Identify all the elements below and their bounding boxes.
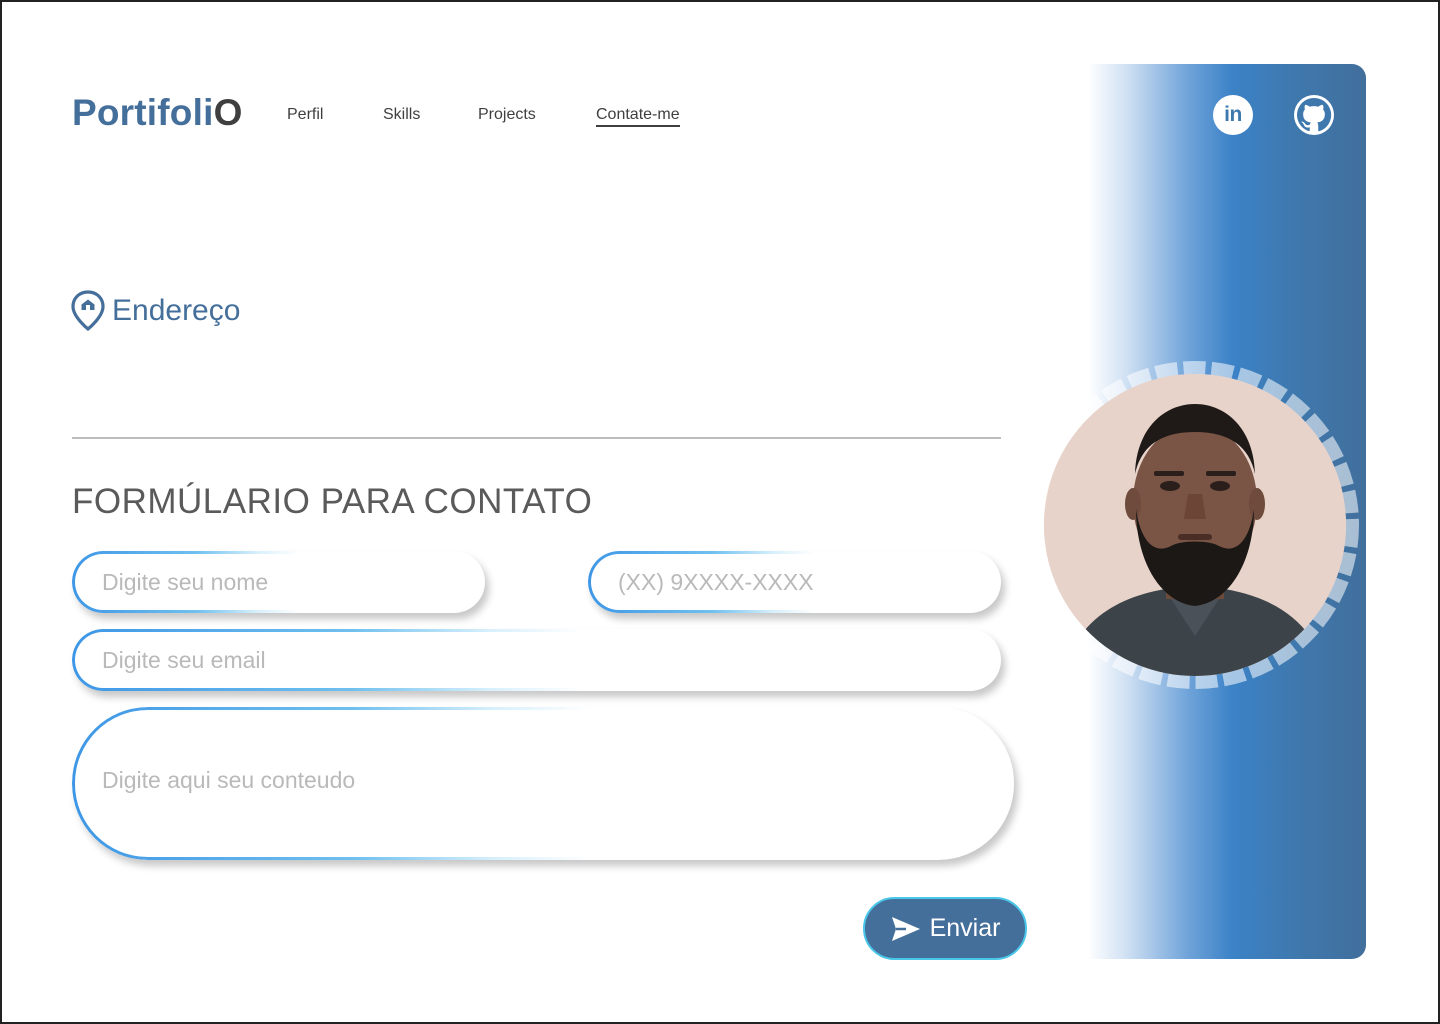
name-field (72, 551, 485, 613)
logo-end-text: O (213, 92, 243, 133)
phone-input[interactable] (588, 551, 1001, 613)
submit-button[interactable]: Enviar (863, 897, 1027, 960)
form-title: FORMÚLARIO PARA CONTATO (72, 482, 593, 521)
email-input[interactable] (72, 629, 1001, 691)
location-pin-icon (71, 290, 105, 332)
avatar-frame (1030, 360, 1360, 690)
address-section: Endereço (70, 290, 240, 332)
github-button[interactable] (1294, 95, 1334, 135)
email-field (72, 629, 1001, 691)
send-icon (890, 915, 922, 943)
nav-link-contate-me[interactable]: Contate-me (596, 106, 680, 127)
linkedin-icon: in (1224, 103, 1242, 126)
nav-link-skills[interactable]: Skills (383, 106, 420, 124)
nav-link-projects[interactable]: Projects (478, 106, 536, 124)
submit-label: Enviar (929, 914, 1001, 942)
github-icon (1294, 95, 1334, 135)
logo-main-text: Portifoli (72, 92, 214, 133)
phone-field (588, 551, 1001, 613)
nav-link-perfil[interactable]: Perfil (287, 106, 323, 124)
profile-photo (1044, 374, 1346, 676)
name-input[interactable] (72, 551, 485, 613)
linkedin-button[interactable]: in (1213, 95, 1253, 135)
message-field (72, 707, 1014, 860)
logo[interactable]: PortifoliO (72, 92, 243, 134)
section-divider (72, 437, 1001, 439)
address-label: Endereço (112, 294, 241, 327)
message-textarea[interactable] (72, 707, 1014, 860)
